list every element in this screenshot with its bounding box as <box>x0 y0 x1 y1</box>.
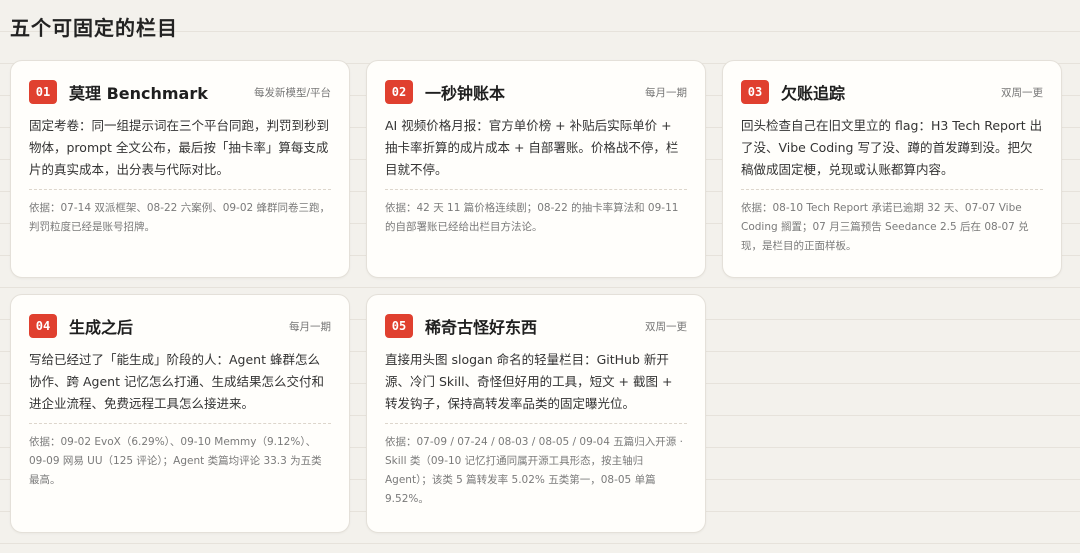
frequency-label: 双周一更 <box>645 320 687 333</box>
card-description: 写给已经过了「能生成」阶段的人：Agent 蜂群怎么协作、跨 Agent 记忆怎… <box>29 352 324 411</box>
card-header: 03 欠账追踪 双周一更 <box>741 79 1043 105</box>
number-badge: 05 <box>385 314 413 338</box>
column-card-2[interactable]: 02 一秒钟账本 每月一期 AI 视频价格月报：官方单价榜 + 补贴后实际单价 … <box>366 60 706 278</box>
card-basis: 依据：07-14 双派框架、08-22 六案例、09-02 蜂群同卷三跑，判罚粒… <box>29 202 331 233</box>
number-badge: 02 <box>385 80 413 104</box>
frequency-label: 每发新模型/平台 <box>253 86 331 99</box>
number-badge: 03 <box>741 80 769 104</box>
card-basis: 依据：07-09 / 07-24 / 08-03 / 08-05 / 09-04… <box>385 436 683 505</box>
number-badge: 01 <box>29 80 57 104</box>
card-basis: 依据：09-02 EvoX（6.29%）、09-10 Memmy（9.12%）、… <box>29 436 322 486</box>
card-description: AI 视频价格月报：官方单价榜 + 补贴后实际单价 + 抽卡率折算的成片成本 +… <box>385 118 679 177</box>
card-header: 05 稀奇古怪好东西 双周一更 <box>385 313 687 339</box>
card-title: 稀奇古怪好东西 <box>425 318 538 337</box>
page-title: 五个可固定的栏目 <box>10 16 178 40</box>
card-description: 回头检查自己在旧文里立的 flag：H3 Tech Report 出了没、Vib… <box>741 118 1043 177</box>
card-title: 欠账追踪 <box>781 84 846 103</box>
card-description: 直接用头图 slogan 命名的轻量栏目：GitHub 新开源、冷门 Skill… <box>385 352 673 411</box>
dashed-divider <box>385 423 687 424</box>
card-basis: 依据：42 天 11 篇价格连续剧；08-22 的抽卡率算法和 09-11 的自… <box>385 202 679 233</box>
column-card-1[interactable]: 01 莫理 Benchmark 每发新模型/平台 固定考卷：同一组提示词在三个平… <box>10 60 350 278</box>
dashed-divider <box>29 423 331 424</box>
card-basis: 依据：08-10 Tech Report 承诺已逾期 32 天、07-07 Vi… <box>741 202 1029 252</box>
column-card-3[interactable]: 03 欠账追踪 双周一更 回头检查自己在旧文里立的 flag：H3 Tech R… <box>722 60 1062 278</box>
dashed-divider <box>29 189 331 190</box>
number-badge: 04 <box>29 314 57 338</box>
column-card-4[interactable]: 04 生成之后 每月一期 写给已经过了「能生成」阶段的人：Agent 蜂群怎么协… <box>10 294 350 533</box>
frequency-label: 双周一更 <box>1001 86 1043 99</box>
card-title: 莫理 Benchmark <box>69 84 208 103</box>
card-title: 生成之后 <box>69 318 134 337</box>
frequency-label: 每月一期 <box>645 86 687 99</box>
card-description: 固定考卷：同一组提示词在三个平台同跑，判罚到秒到物体，prompt 全文公布，最… <box>29 118 330 177</box>
dashed-divider <box>741 189 1043 190</box>
card-title: 一秒钟账本 <box>425 84 506 103</box>
frequency-label: 每月一期 <box>289 320 331 333</box>
dashed-divider <box>385 189 687 190</box>
card-header: 02 一秒钟账本 每月一期 <box>385 79 687 105</box>
card-header: 04 生成之后 每月一期 <box>29 313 331 339</box>
column-card-5[interactable]: 05 稀奇古怪好东西 双周一更 直接用头图 slogan 命名的轻量栏目：Git… <box>366 294 706 533</box>
card-header: 01 莫理 Benchmark 每发新模型/平台 <box>29 79 331 105</box>
